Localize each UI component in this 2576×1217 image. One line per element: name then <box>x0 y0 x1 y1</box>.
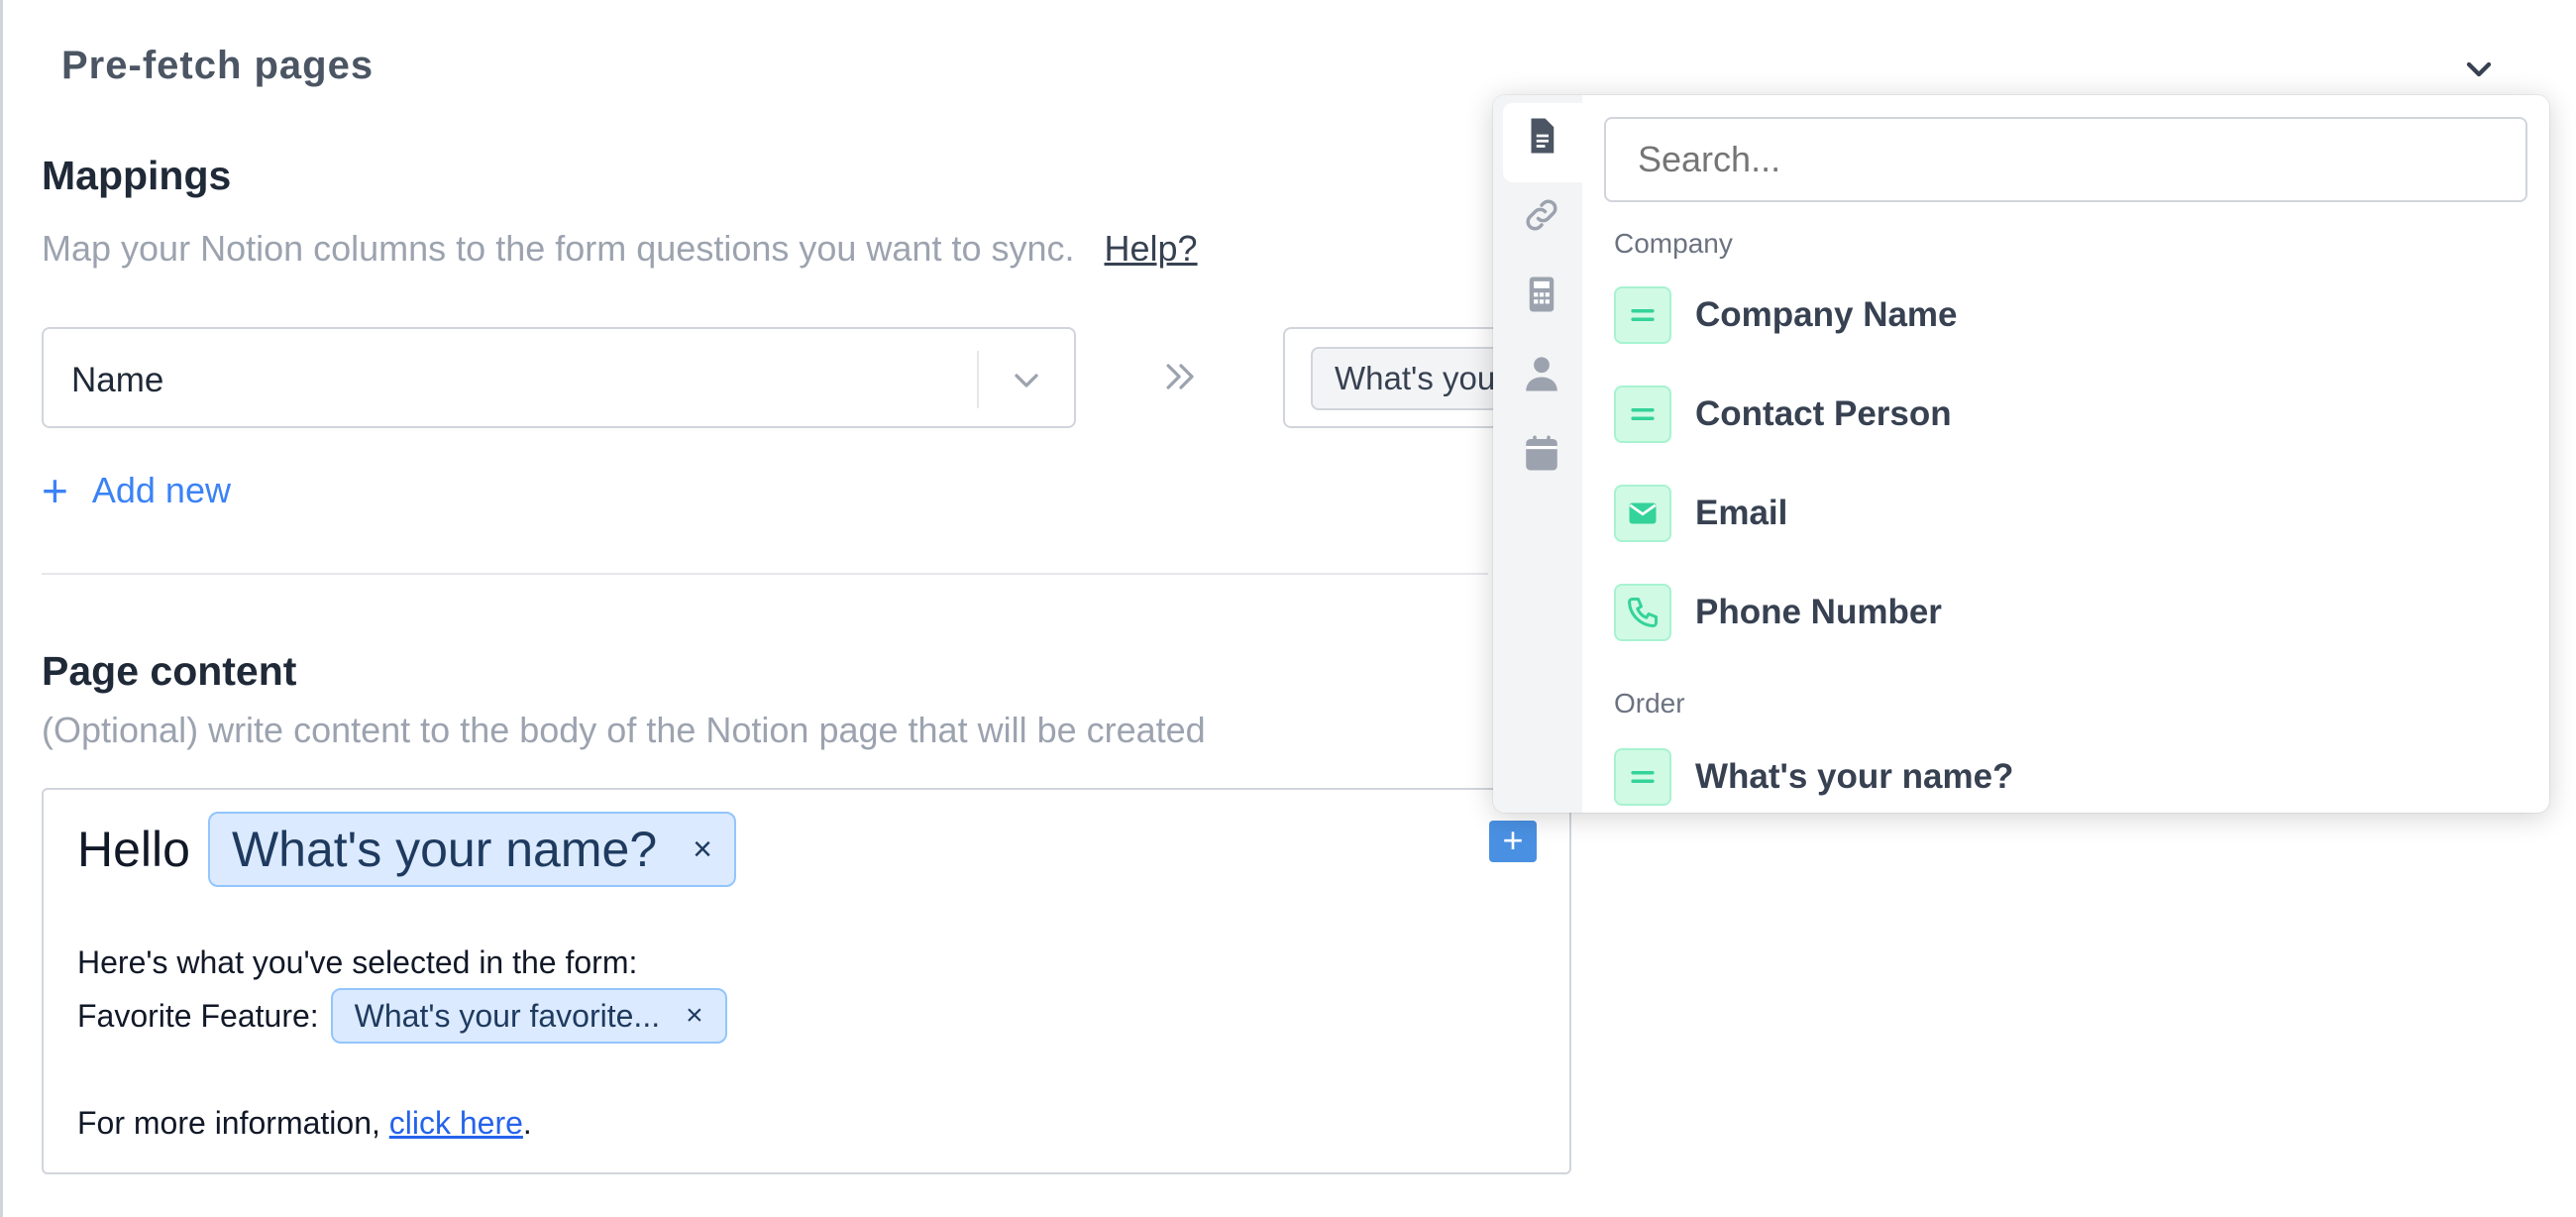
more-info-line: For more information, click here. <box>77 1105 532 1142</box>
variable-chip[interactable]: What's your favorite... × <box>330 988 727 1044</box>
page-content-title: Page content <box>42 648 297 694</box>
text-lines-icon <box>1614 748 1671 806</box>
select-separator <box>977 351 979 408</box>
favorite-feature-line: Favorite Feature: What's your favorite..… <box>77 988 727 1044</box>
more-info-prefix: For more information, <box>77 1105 389 1141</box>
more-info-suffix: . <box>522 1105 532 1141</box>
hello-line: Hello What's your name? × <box>77 812 736 887</box>
help-link[interactable]: Help? <box>1105 228 1198 269</box>
page-content-description: (Optional) write content to the body of … <box>42 710 1206 750</box>
close-icon[interactable]: × <box>686 999 703 1033</box>
variable-search-input[interactable] <box>1604 117 2527 202</box>
link-icon[interactable] <box>1521 194 1562 236</box>
plus-icon: + <box>42 465 68 516</box>
list-item-company-name[interactable]: Company Name <box>1614 283 1958 347</box>
variable-chip-label: What's your favorite... <box>354 997 661 1034</box>
category-rail <box>1493 95 1582 813</box>
text-lines-icon <box>1614 386 1671 443</box>
notion-column-select[interactable]: Name <box>42 327 1076 428</box>
add-new-mapping-button[interactable]: + Add new <box>42 468 231 513</box>
mappings-title: Mappings <box>42 153 232 198</box>
calculator-icon[interactable] <box>1521 274 1562 315</box>
list-item-whats-your-name[interactable]: What's your name? <box>1614 745 2013 809</box>
list-item-contact-person[interactable]: Contact Person <box>1614 383 1952 446</box>
list-item-label: Phone Number <box>1695 593 1942 631</box>
list-item-label: Company Name <box>1695 295 1958 334</box>
editor-text-line: Here's what you've selected in the form: <box>77 944 638 980</box>
text-lines-icon <box>1614 286 1671 344</box>
page-content-editor[interactable]: Hello What's your name? × Here's what yo… <box>42 788 1571 1174</box>
document-icon[interactable] <box>1521 115 1562 157</box>
list-item-label: Contact Person <box>1695 394 1952 433</box>
mappings-description: Map your Notion columns to the form ques… <box>42 228 1198 270</box>
section-divider <box>42 573 1488 575</box>
list-item-email[interactable]: Email <box>1614 482 1787 545</box>
favorite-feature-label: Favorite Feature: <box>77 997 319 1034</box>
list-item-label: What's your name? <box>1695 757 2014 796</box>
list-item-phone-number[interactable]: Phone Number <box>1614 581 1942 644</box>
select-value: Name <box>71 361 164 399</box>
calendar-icon[interactable] <box>1521 432 1562 474</box>
mappings-description-text: Map your Notion columns to the form ques… <box>42 228 1075 269</box>
prefetch-section-title[interactable]: Pre-fetch pages <box>61 44 374 88</box>
group-label-order: Order <box>1614 688 1685 719</box>
chevron-down-icon[interactable] <box>1007 361 1046 400</box>
person-icon[interactable] <box>1521 353 1562 394</box>
insert-variable-button[interactable]: + <box>1489 821 1537 862</box>
variable-chip[interactable]: What's your name? × <box>207 812 736 887</box>
group-label-company: Company <box>1614 228 1733 259</box>
close-icon[interactable]: × <box>693 830 712 869</box>
add-new-label: Add new <box>91 470 231 510</box>
double-chevron-right-icon <box>1166 364 1194 389</box>
phone-icon <box>1614 584 1671 641</box>
chevron-down-icon[interactable] <box>2459 50 2499 89</box>
hello-text: Hello <box>77 822 190 877</box>
click-here-link[interactable]: click here <box>389 1105 523 1141</box>
variable-picker-popover: Company Company Name Contact Person Emai… <box>1493 95 2549 813</box>
variable-chip-label: What's your name? <box>231 822 658 877</box>
envelope-icon <box>1614 485 1671 542</box>
list-item-label: Email <box>1695 494 1788 532</box>
